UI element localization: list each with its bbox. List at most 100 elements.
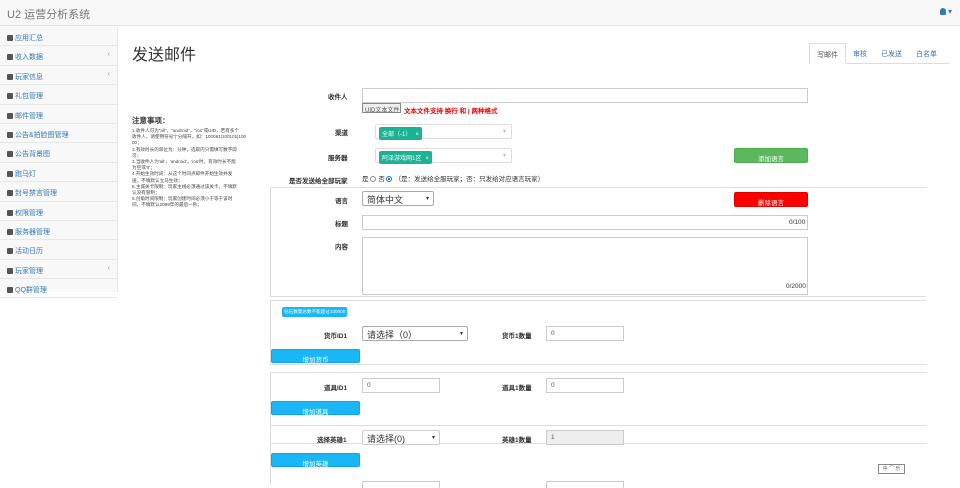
send-all-yes-radio[interactable] <box>369 176 376 182</box>
user-menu-caret: ▾ <box>947 7 952 16</box>
channel-select[interactable]: 全部（-1） × ▾ <box>375 124 512 140</box>
wrench-icon <box>7 209 13 216</box>
server-select[interactable]: 阿泽游戏网1区 × ▾ <box>375 148 512 164</box>
sidebar-item[interactable]: 玩家管理 ‹ <box>0 260 117 280</box>
chevron-down-icon: ▾ <box>431 435 435 441</box>
chevron-left-icon: ‹ <box>107 264 110 272</box>
remove-tag-icon: × <box>415 132 419 138</box>
currency-qty-input[interactable]: 0 <box>546 326 624 341</box>
hero-select[interactable]: 请选择(0) ▾ <box>362 430 440 445</box>
add-item-button[interactable]: 增加道具 <box>271 401 360 416</box>
sidebar-item[interactable]: QQ群管理 <box>0 279 117 299</box>
dashboard-icon <box>7 35 13 41</box>
id-card-icon <box>7 73 13 80</box>
tab-whitelist[interactable]: 白名单 <box>909 43 944 64</box>
sidebar-item[interactable]: 收入数据 ‹ <box>0 46 117 66</box>
sidebar-item-label: 服务器管理 <box>15 228 50 236</box>
sidebar-item[interactable]: 邮件管理 <box>0 105 117 124</box>
recipient-input[interactable] <box>362 88 808 103</box>
item-input[interactable]: 0 <box>362 378 440 393</box>
sidebar-item-label: 公告&拍脸图管理 <box>15 131 69 139</box>
ban-icon <box>7 190 13 197</box>
list-icon <box>7 170 13 177</box>
chevron-down-icon: ▾ <box>502 129 506 135</box>
uid-file-button[interactable]: UID文本文件 <box>362 103 401 114</box>
delete-language-button[interactable]: 删除语言 <box>734 192 808 207</box>
list-icon <box>7 112 13 119</box>
currency-qty-label: 货币1数量 <box>502 333 532 340</box>
server-tag[interactable]: 阿泽游戏网1区 × <box>379 151 432 164</box>
money-icon <box>7 54 13 61</box>
sidebar-item[interactable]: 公告&拍脸图管理 <box>0 124 117 144</box>
notes-list: 1.收件人可为"all"，"android"，"ios"或UID，若有多个 收件人… <box>132 128 272 209</box>
user-icon <box>7 267 13 274</box>
sidebar-item-label: QQ群管理 <box>15 287 47 295</box>
sidebar-item[interactable]: 活动日历 <box>0 240 117 260</box>
item-qty-input[interactable]: 0 <box>546 378 624 393</box>
language-select-value: 简体中文 <box>367 195 404 205</box>
app-title[interactable]: U2 运营分析系统 <box>7 6 90 22</box>
sidebar-item-label: 公告背景图 <box>15 151 50 159</box>
notes-line: 间，不填默认2099年的最后一秒。 <box>132 202 202 208</box>
title-label: 标题 <box>335 221 348 228</box>
channel-tag[interactable]: 全部（-1） × <box>379 127 422 140</box>
list-icon <box>7 131 13 138</box>
user-menu[interactable]: ▾ <box>939 7 952 16</box>
title-counter: 0/100 <box>789 219 806 226</box>
tab-review[interactable]: 审核 <box>846 43 874 64</box>
sidebar-item[interactable]: 服务器管理 <box>0 221 117 241</box>
add-hero-button[interactable]: 增加英雄 <box>271 453 360 468</box>
sidebar-item-label: 应用汇总 <box>15 35 43 42</box>
chevron-down-icon: ▾ <box>459 331 463 337</box>
item-qty-label: 道具1数量 <box>502 385 532 392</box>
qq-icon <box>7 287 13 294</box>
currency-select[interactable]: 请选择（0） ▾ <box>362 326 468 341</box>
send-all-radios: 是 否 （是：发送给全服玩家；否：只发给对应语言玩家） <box>362 173 544 183</box>
notes-panel: 注意事项： 1.收件人可为"all"，"android"，"ios"或UID，若… <box>132 115 272 209</box>
chevron-down-icon: ▾ <box>425 196 429 202</box>
logo-stamp: 中 ⌒ 乐 <box>878 464 905 474</box>
send-all-no-radio[interactable] <box>385 176 392 182</box>
currency-label: 货币ID1 <box>324 333 348 340</box>
content-label: 内容 <box>335 244 348 251</box>
sidebar-item-label: 封号禁言管理 <box>15 190 57 198</box>
tab-compose[interactable]: 写邮件 <box>809 43 846 64</box>
server-label: 服务器 <box>328 155 348 162</box>
chevron-left-icon: ‹ <box>107 70 110 78</box>
server-icon <box>7 228 13 235</box>
tab-sent[interactable]: 已发送 <box>874 43 909 64</box>
hero-qty-label: 英雄1数量 <box>502 437 532 444</box>
calendar-icon <box>7 248 13 255</box>
send-all-no-label: 否 <box>378 176 385 183</box>
add-currency-button[interactable]: 增加货币 <box>271 349 360 364</box>
sidebar-item[interactable]: 权限管理 <box>0 202 117 221</box>
chevron-down-icon: ▾ <box>502 153 506 159</box>
diamond-limit-badge: 钻石数量总数不能超过100000 <box>282 307 348 317</box>
remove-tag-icon: × <box>425 156 429 162</box>
sidebar-item[interactable]: 应用汇总 <box>0 27 117 47</box>
content-textarea[interactable] <box>362 237 808 295</box>
recipient-label: 收件人 <box>328 94 348 101</box>
language-select[interactable]: 简体中文 ▾ <box>362 191 434 206</box>
add-language-button[interactable]: 添加语言 <box>734 148 808 163</box>
chevron-left-icon: ‹ <box>107 51 110 59</box>
sidebar: 应用汇总收入数据 ‹ 玩家信息 ‹ 礼包管理 邮件管理公告&拍脸图管理 公告背景图跑马灯封号… <box>0 27 118 299</box>
uid-file-hint: 文本文件支持 换行 和 | 两种格式 <box>404 108 498 115</box>
page-title: 发送邮件 <box>132 47 197 64</box>
title-input[interactable] <box>362 215 808 230</box>
item-label: 道具ID1 <box>324 385 348 392</box>
sidebar-item[interactable]: 跑马灯 <box>0 163 117 183</box>
sidebar-item[interactable]: 公告背景图 <box>0 143 117 163</box>
sidebar-item[interactable]: 玩家信息 ‹ <box>0 66 117 86</box>
hero-qty-input[interactable]: 1 <box>546 430 624 445</box>
send-all-yes-label: 是 <box>362 176 369 183</box>
sidebar-item[interactable]: 封号禁言管理 <box>0 182 117 202</box>
channel-label: 渠道 <box>335 130 348 137</box>
sidebar-item-label: 玩家管理 <box>15 267 43 275</box>
sidebar-item[interactable]: 礼包管理 <box>0 85 117 105</box>
send-all-label: 是否发送给全部玩家 <box>289 178 348 185</box>
sidebar-item-label: 活动日历 <box>15 248 43 256</box>
sidebar-item-label: 跑马灯 <box>15 170 36 178</box>
list-icon <box>7 93 13 100</box>
user-icon <box>939 8 946 15</box>
